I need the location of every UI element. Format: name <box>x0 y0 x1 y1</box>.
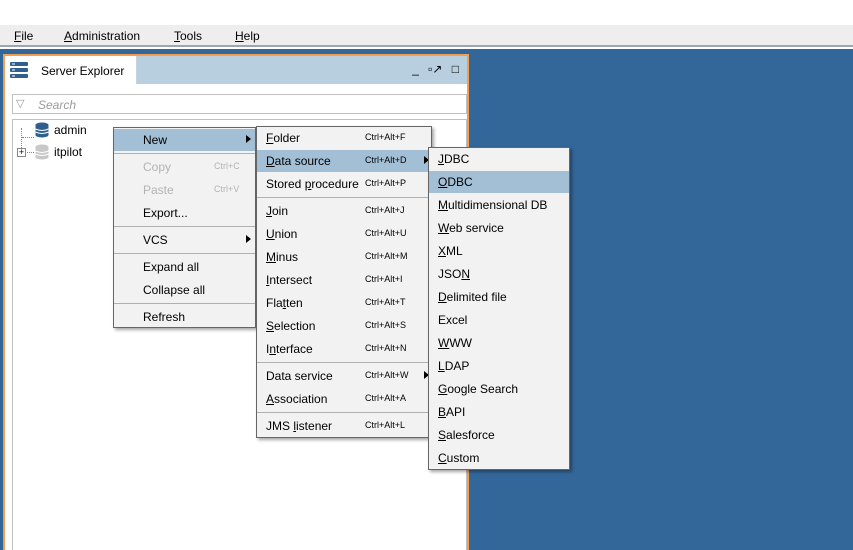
menu-separator <box>257 362 431 363</box>
submenu-arrow-icon <box>246 135 251 143</box>
data-source-submenu: JDBC ODBC Multidimensional DB Web servic… <box>428 147 570 470</box>
menu-item-folder[interactable]: Folder Ctrl+Alt+F <box>257 127 431 149</box>
menu-item-jdbc[interactable]: JDBC <box>429 148 569 170</box>
menu-item-web-service[interactable]: Web service <box>429 217 569 239</box>
menu-separator <box>114 253 255 254</box>
menu-item-bapi[interactable]: BAPI <box>429 401 569 423</box>
database-icon <box>35 144 49 160</box>
menu-item-expand-all[interactable]: Expand all <box>114 256 255 278</box>
menu-item-stored-procedure[interactable]: Stored procedure Ctrl+Alt+P <box>257 173 431 195</box>
menu-item-data-service[interactable]: Data service Ctrl+Alt+W <box>257 365 431 387</box>
filter-icon: ▽ <box>16 98 25 110</box>
tree-node-admin[interactable]: admin <box>54 123 87 137</box>
menu-item-delimited-file[interactable]: Delimited file <box>429 286 569 308</box>
menu-item-custom[interactable]: Custom <box>429 447 569 469</box>
menu-item-association[interactable]: Association Ctrl+Alt+A <box>257 388 431 410</box>
menu-separator <box>114 226 255 227</box>
restore-icon[interactable]: ▫↗ <box>428 62 442 76</box>
panel-header: Server Explorer _ ▫↗ □ <box>5 56 467 84</box>
menu-separator <box>114 153 255 154</box>
tree-connector <box>22 137 34 138</box>
menu-item-odbc[interactable]: ODBC <box>429 171 569 193</box>
menu-item-vcs[interactable]: VCS <box>114 229 255 251</box>
tree-node-itpilot[interactable]: itpilot <box>54 145 82 159</box>
tab-label: Server Explorer <box>41 64 125 78</box>
menu-item-selection[interactable]: Selection Ctrl+Alt+S <box>257 315 431 337</box>
menu-item-union[interactable]: Union Ctrl+Alt+U <box>257 223 431 245</box>
menu-item-xml[interactable]: XML <box>429 240 569 262</box>
menu-item-new[interactable]: New <box>114 129 255 151</box>
maximize-icon[interactable]: □ <box>452 62 459 76</box>
menu-item-export[interactable]: Export... <box>114 202 255 224</box>
submenu-arrow-icon <box>246 235 251 243</box>
menu-item-collapse-all[interactable]: Collapse all <box>114 279 255 301</box>
context-menu: New Copy Ctrl+C Paste Ctrl+V Export... V… <box>113 127 256 328</box>
menu-separator <box>257 197 431 198</box>
menu-item-join[interactable]: Join Ctrl+Alt+J <box>257 200 431 222</box>
menu-item-data-source[interactable]: Data source Ctrl+Alt+D <box>257 150 431 172</box>
menu-tools[interactable]: Tools <box>174 29 202 43</box>
server-icon <box>10 62 28 78</box>
menu-item-intersect[interactable]: Intersect Ctrl+Alt+I <box>257 269 431 291</box>
minimize-icon[interactable]: _ <box>412 62 419 76</box>
menu-item-salesforce[interactable]: Salesforce <box>429 424 569 446</box>
search-input[interactable]: ▽ Search <box>12 94 467 114</box>
menu-item-ldap[interactable]: LDAP <box>429 355 569 377</box>
menu-item-paste[interactable]: Paste Ctrl+V <box>114 179 255 201</box>
menu-separator <box>257 412 431 413</box>
menu-item-interface[interactable]: Interface Ctrl+Alt+N <box>257 338 431 360</box>
menu-item-flatten[interactable]: Flatten Ctrl+Alt+T <box>257 292 431 314</box>
menu-item-minus[interactable]: Minus Ctrl+Alt+M <box>257 246 431 268</box>
menu-item-www[interactable]: WWW <box>429 332 569 354</box>
top-strip <box>0 0 853 25</box>
menu-item-jms-listener[interactable]: JMS listener Ctrl+Alt+L <box>257 415 431 437</box>
menu-administration[interactable]: Administration <box>64 29 140 43</box>
menu-item-excel[interactable]: Excel <box>429 309 569 331</box>
new-submenu: Folder Ctrl+Alt+F Data source Ctrl+Alt+D… <box>256 126 432 438</box>
database-icon <box>35 122 49 138</box>
panel-window-controls: _ ▫↗ □ <box>406 62 459 76</box>
menu-item-json[interactable]: JSON <box>429 263 569 285</box>
tab-server-explorer[interactable]: Server Explorer <box>5 56 137 84</box>
menu-file[interactable]: File <box>14 29 33 43</box>
menu-item-multidimensional-db[interactable]: Multidimensional DB <box>429 194 569 216</box>
menu-item-refresh[interactable]: Refresh <box>114 306 255 328</box>
tree-connector <box>27 152 34 153</box>
menu-item-google-search[interactable]: Google Search <box>429 378 569 400</box>
expand-icon[interactable]: + <box>17 148 26 157</box>
menu-help[interactable]: Help <box>235 29 260 43</box>
menu-item-copy[interactable]: Copy Ctrl+C <box>114 156 255 178</box>
menu-bar: File Administration Tools Help <box>0 25 853 47</box>
search-placeholder: Search <box>38 98 77 112</box>
menu-separator <box>114 303 255 304</box>
